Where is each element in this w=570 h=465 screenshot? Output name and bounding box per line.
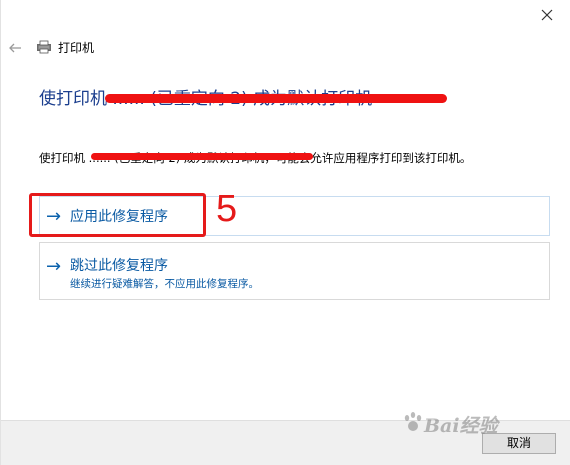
right-arrow-icon: →	[46, 256, 62, 277]
apply-fix-label: 应用此修复程序	[70, 209, 168, 225]
redaction-mark	[91, 153, 313, 160]
troubleshooter-window: 打印机 使打印机 ...... (已重定向 2) 成为默认打印机 使打印机 ..…	[0, 0, 570, 465]
partial-content-strip	[1, 458, 570, 465]
watermark-text: Bai经验	[424, 415, 498, 437]
window-title: 打印机	[58, 41, 95, 55]
apply-fix-option[interactable]: → 应用此修复程序	[39, 196, 550, 236]
back-button[interactable]	[8, 40, 22, 54]
redaction-mark	[105, 94, 447, 103]
close-button[interactable]	[538, 6, 556, 24]
step-number: 5	[216, 188, 238, 230]
paw-icon	[404, 412, 422, 431]
skip-fix-description: 继续进行疑难解答，不应用此修复程序。	[70, 278, 259, 290]
watermark-logo: Bai经验	[402, 407, 502, 439]
right-arrow-icon: →	[46, 206, 62, 227]
skip-fix-option[interactable]: → 跳过此修复程序 继续进行疑难解答，不应用此修复程序。	[39, 242, 550, 300]
skip-fix-label: 跳过此修复程序	[70, 258, 168, 274]
close-icon	[541, 9, 553, 21]
printer-icon	[36, 39, 52, 54]
back-arrow-icon	[9, 43, 21, 53]
